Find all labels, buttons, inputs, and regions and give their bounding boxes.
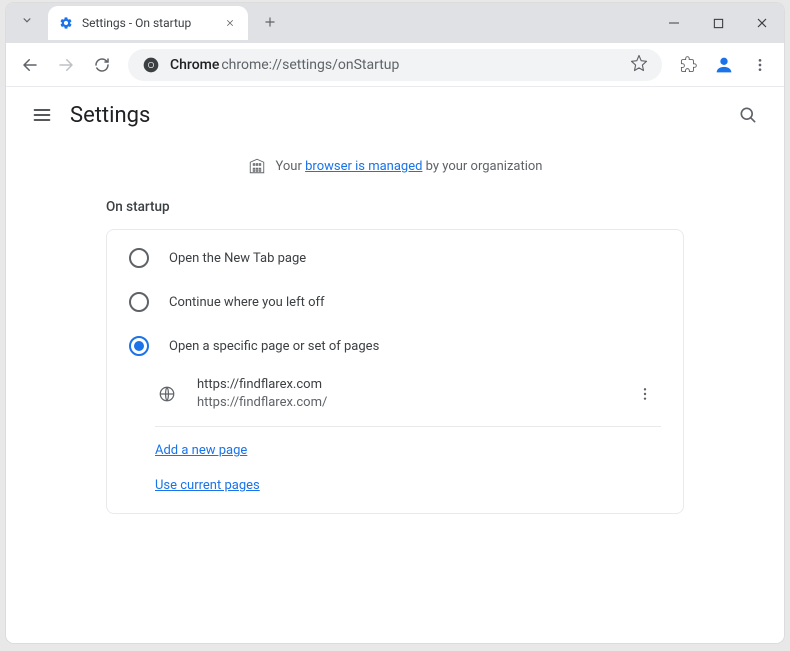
radio-open-new-tab[interactable]: Open the New Tab page [107, 236, 683, 280]
startup-page-row: https://findflarex.com https://findflare… [107, 368, 683, 420]
plus-icon [263, 15, 277, 29]
minimize-button[interactable] [652, 5, 696, 41]
browser-tab[interactable]: Settings - On startup [48, 6, 248, 40]
radio-label: Open the New Tab page [169, 251, 306, 266]
page-url: https://findflarex.com/ [197, 394, 629, 412]
minimize-icon [668, 17, 680, 29]
chrome-logo-icon [142, 56, 160, 74]
settings-search-button[interactable] [728, 95, 768, 135]
page-url-block: https://findflarex.com https://findflare… [197, 376, 629, 412]
maximize-icon [713, 18, 724, 29]
maximize-button[interactable] [696, 5, 740, 41]
back-button[interactable] [14, 49, 46, 81]
tab-close-button[interactable] [222, 15, 238, 31]
managed-banner: Your browser is managed by your organiza… [6, 143, 784, 189]
settings-menu-button[interactable] [22, 95, 62, 135]
close-window-button[interactable] [740, 5, 784, 41]
avatar-icon [713, 54, 735, 76]
close-icon [225, 18, 235, 28]
omnibox[interactable]: Chrome chrome://settings/onStartup [128, 49, 662, 81]
browser-window: Settings - On startup [6, 3, 784, 643]
omnibox-origin: Chrome [170, 57, 219, 73]
radio-label: Open a specific page or set of pages [169, 339, 379, 354]
tab-title: Settings - On startup [82, 16, 222, 30]
hamburger-icon [32, 105, 52, 125]
new-tab-button[interactable] [256, 8, 284, 36]
puzzle-icon [680, 56, 697, 73]
page-title: Settings [70, 103, 150, 128]
radio-specific-pages[interactable]: Open a specific page or set of pages [107, 324, 683, 368]
more-vertical-icon [637, 386, 653, 402]
managed-text: Your browser is managed by your organiza… [276, 159, 543, 174]
startup-card: Open the New Tab page Continue where you… [106, 229, 684, 514]
globe-icon [155, 382, 179, 406]
menu-button[interactable] [744, 49, 776, 81]
close-icon [756, 17, 768, 29]
reload-button[interactable] [86, 49, 118, 81]
radio-icon [129, 336, 149, 356]
extensions-button[interactable] [672, 49, 704, 81]
profile-button[interactable] [710, 51, 738, 79]
radio-continue[interactable]: Continue where you left off [107, 280, 683, 324]
arrow-left-icon [21, 56, 39, 74]
radio-icon [129, 248, 149, 268]
titlebar-left: Settings - On startup [6, 3, 284, 43]
building-icon [248, 157, 266, 175]
tab-search-button[interactable] [12, 6, 42, 34]
section-title: On startup [6, 189, 784, 229]
content-area: Settings Your browser is managed by your… [6, 87, 784, 643]
settings-gear-icon [58, 15, 74, 31]
use-current-pages-link[interactable]: Use current pages [107, 468, 683, 503]
star-icon [630, 54, 648, 72]
bookmark-button[interactable] [630, 54, 648, 76]
window-controls [652, 3, 784, 43]
page-name: https://findflarex.com [197, 376, 629, 394]
reload-icon [93, 56, 111, 74]
omnibox-url: chrome://settings/onStartup [221, 57, 630, 73]
forward-button[interactable] [50, 49, 82, 81]
search-icon [738, 105, 758, 125]
page-more-button[interactable] [629, 378, 661, 410]
settings-header: Settings [6, 87, 784, 143]
radio-label: Continue where you left off [169, 295, 325, 310]
add-page-link[interactable]: Add a new page [107, 427, 683, 468]
more-vertical-icon [752, 57, 768, 73]
chevron-down-icon [20, 13, 34, 27]
toolbar: Chrome chrome://settings/onStartup [6, 43, 784, 87]
title-bar: Settings - On startup [6, 3, 784, 43]
arrow-right-icon [57, 56, 75, 74]
radio-icon [129, 292, 149, 312]
managed-link[interactable]: browser is managed [305, 159, 422, 174]
